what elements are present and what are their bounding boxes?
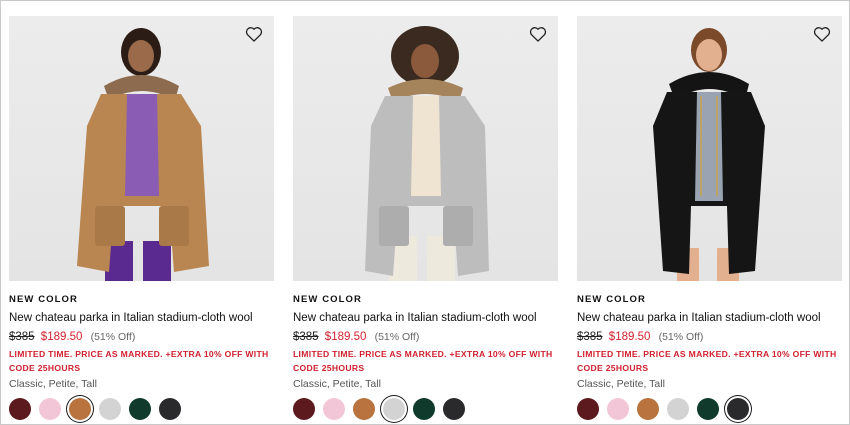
promo-text: LIMITED TIME. PRICE AS MARKED. +EXTRA 10… xyxy=(293,349,553,373)
size-options: Classic, Petite, Tall xyxy=(9,378,97,390)
swatch-camel[interactable] xyxy=(353,398,375,420)
product-photo-illustration xyxy=(77,28,209,281)
product-title-link[interactable]: New chateau parka in Italian stadium-clo… xyxy=(293,312,558,324)
price-row: $385 $189.50 (51% Off) xyxy=(9,331,274,343)
sale-price: $189.50 xyxy=(40,331,83,343)
sale-price: $189.50 xyxy=(608,331,651,343)
promo-text: LIMITED TIME. PRICE AS MARKED. +EXTRA 10… xyxy=(577,349,837,373)
swatch-black-selected[interactable] xyxy=(727,398,749,420)
swatch-green[interactable] xyxy=(697,398,719,420)
swatch-pink[interactable] xyxy=(323,398,345,420)
swatch-pink[interactable] xyxy=(607,398,629,420)
swatch-green[interactable] xyxy=(129,398,151,420)
sale-price: $189.50 xyxy=(324,331,367,343)
color-swatches xyxy=(293,398,558,422)
swatch-grey[interactable] xyxy=(667,398,689,420)
original-price: $385 xyxy=(577,331,603,343)
new-color-badge: NEW COLOR xyxy=(293,294,363,305)
product-card[interactable]: NEW COLOR New chateau parka in Italian s… xyxy=(9,16,274,422)
swatch-black[interactable] xyxy=(443,398,465,420)
heart-outline-icon[interactable] xyxy=(528,24,548,44)
product-image[interactable] xyxy=(9,16,274,281)
price-row: $385 $189.50 (51% Off) xyxy=(577,331,842,343)
heart-outline-icon[interactable] xyxy=(244,24,264,44)
heart-outline-icon[interactable] xyxy=(812,24,832,44)
size-options: Classic, Petite, Tall xyxy=(577,378,665,390)
swatch-green[interactable] xyxy=(413,398,435,420)
swatch-grey[interactable] xyxy=(99,398,121,420)
new-color-badge: NEW COLOR xyxy=(577,294,647,305)
swatch-camel[interactable] xyxy=(637,398,659,420)
size-options: Classic, Petite, Tall xyxy=(293,378,381,390)
product-title-link[interactable]: New chateau parka in Italian stadium-clo… xyxy=(9,312,274,324)
product-title-link[interactable]: New chateau parka in Italian stadium-clo… xyxy=(577,312,842,324)
swatch-burgundy[interactable] xyxy=(577,398,599,420)
product-card[interactable]: NEW COLOR New chateau parka in Italian s… xyxy=(293,16,558,422)
discount-percent: (51% Off) xyxy=(658,331,704,343)
original-price: $385 xyxy=(9,331,35,343)
swatch-pink[interactable] xyxy=(39,398,61,420)
swatch-burgundy[interactable] xyxy=(9,398,31,420)
product-photo-illustration xyxy=(653,28,765,281)
new-color-badge: NEW COLOR xyxy=(9,294,79,305)
swatch-burgundy[interactable] xyxy=(293,398,315,420)
swatch-camel-selected[interactable] xyxy=(69,398,91,420)
swatch-black[interactable] xyxy=(159,398,181,420)
discount-percent: (51% Off) xyxy=(90,331,136,343)
swatch-grey-selected[interactable] xyxy=(383,398,405,420)
color-swatches xyxy=(9,398,274,422)
product-card[interactable]: NEW COLOR New chateau parka in Italian s… xyxy=(577,16,842,422)
original-price: $385 xyxy=(293,331,319,343)
product-photo-illustration xyxy=(365,26,489,281)
promo-text: LIMITED TIME. PRICE AS MARKED. +EXTRA 10… xyxy=(9,349,269,373)
discount-percent: (51% Off) xyxy=(374,331,420,343)
product-image[interactable] xyxy=(577,16,842,281)
color-swatches xyxy=(577,398,842,422)
product-image[interactable] xyxy=(293,16,558,281)
price-row: $385 $189.50 (51% Off) xyxy=(293,331,558,343)
